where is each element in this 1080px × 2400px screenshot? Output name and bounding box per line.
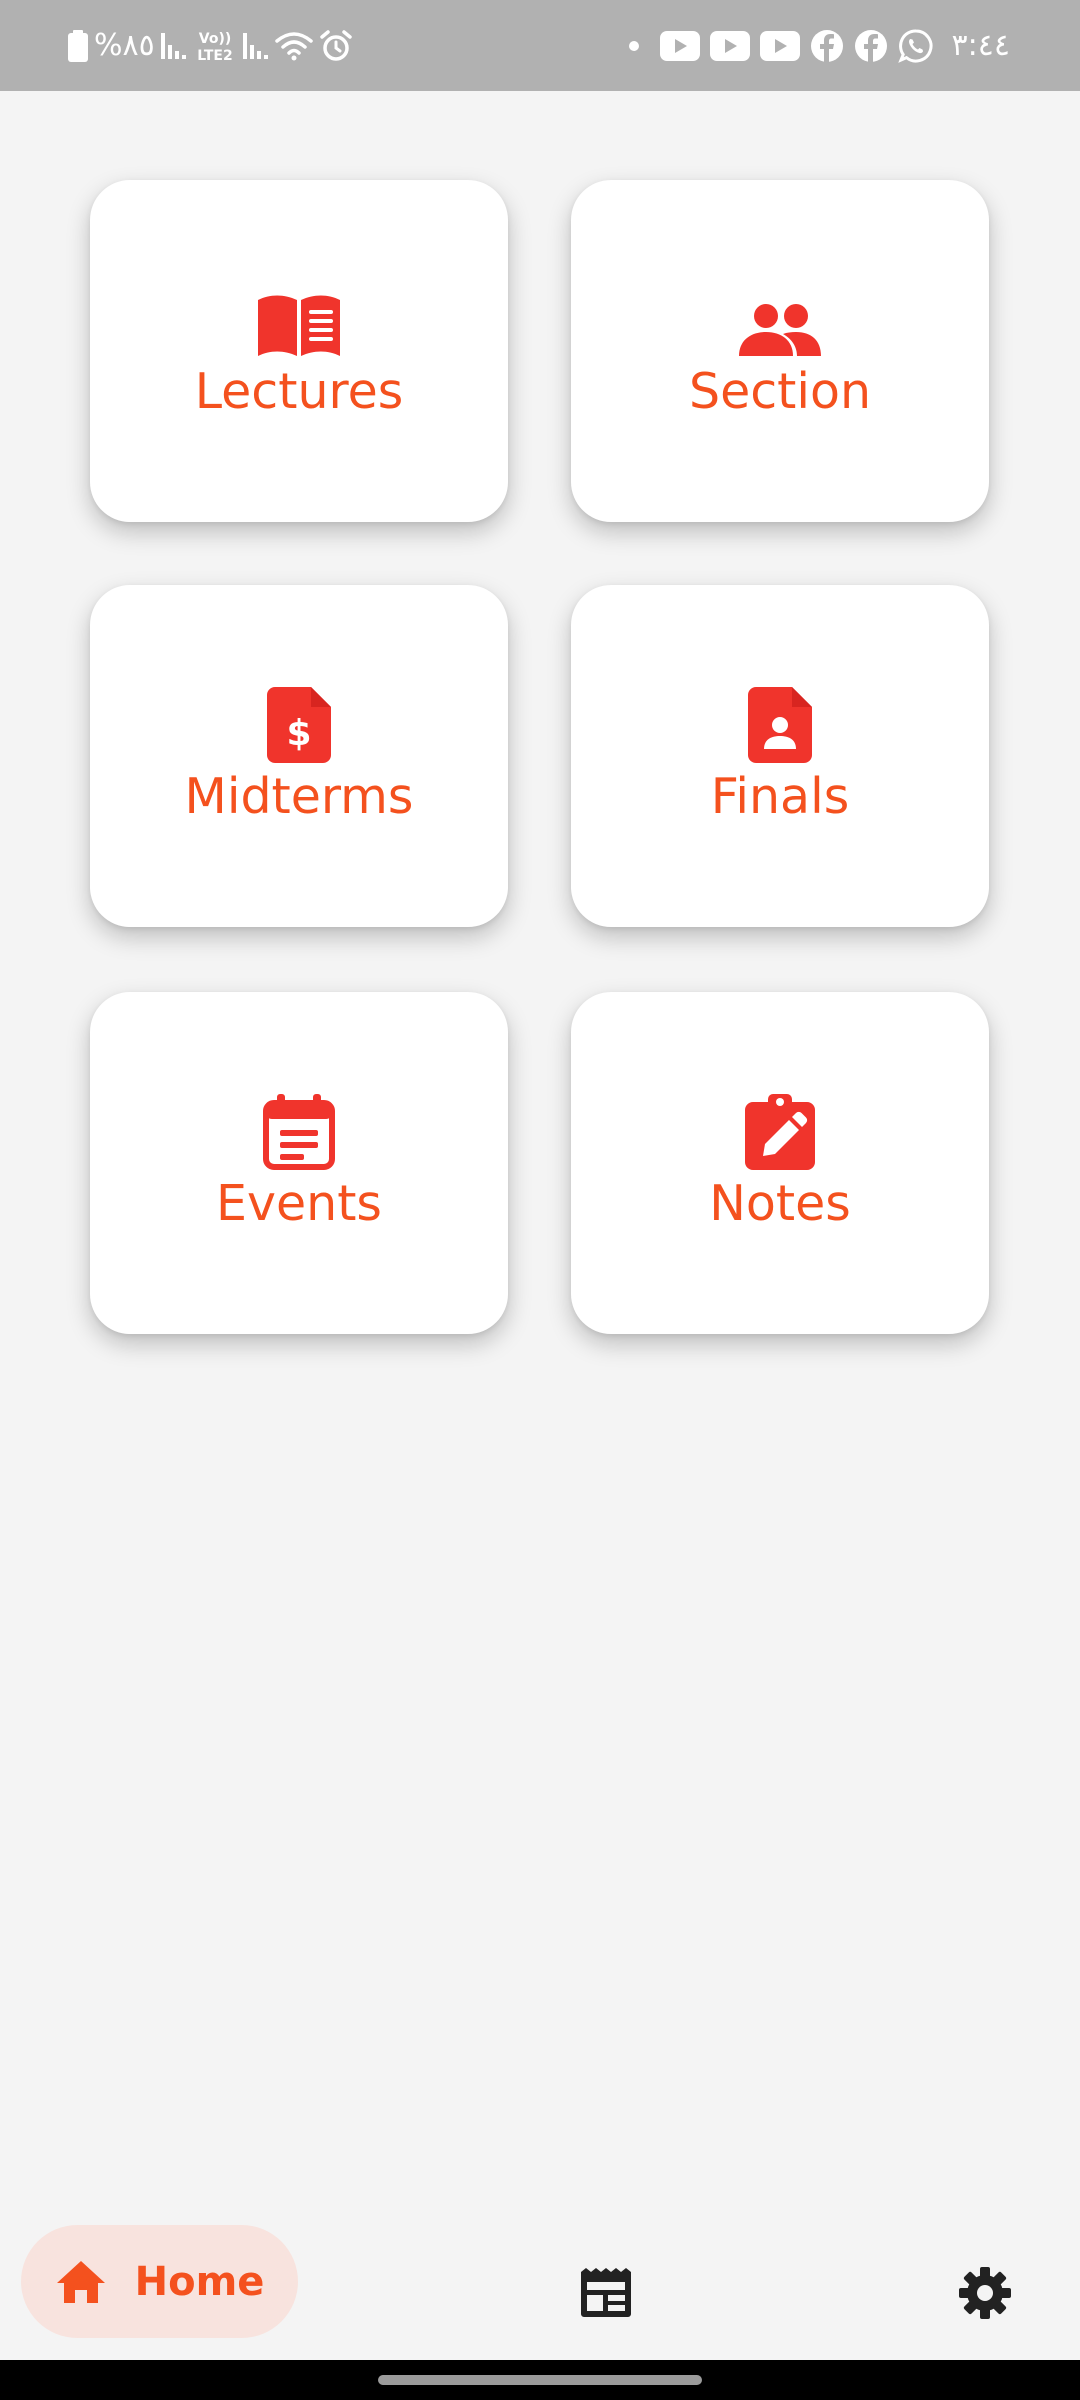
status-bar: %٨٥ Vo)) LTE2 ٣:٤٤	[0, 0, 1080, 91]
tile-label-midterms: Midterms	[184, 767, 414, 825]
dollar-document-icon: $	[254, 686, 344, 763]
nav-news-button[interactable]	[573, 2260, 639, 2326]
tile-label-events: Events	[216, 1174, 382, 1232]
wifi-icon	[275, 31, 313, 61]
signal-icon	[160, 31, 187, 61]
facebook-icon	[854, 29, 888, 63]
volte-label-bottom: LTE2	[197, 48, 232, 63]
settings-gear-icon	[958, 2266, 1012, 2320]
tile-section[interactable]: Section	[571, 180, 989, 522]
clipboard-edit-icon	[735, 1093, 825, 1170]
tile-label-finals: Finals	[710, 767, 850, 825]
dollar-glyph: $	[286, 713, 311, 754]
tile-notes[interactable]: Notes	[571, 992, 989, 1334]
youtube-icon	[759, 30, 800, 61]
status-right-group: ٣:٤٤	[628, 0, 1010, 91]
bottom-navigation: Home	[0, 2180, 1080, 2360]
battery-icon	[68, 29, 88, 62]
whatsapp-icon	[897, 28, 934, 64]
dot-icon	[628, 40, 650, 52]
youtube-icon	[709, 30, 750, 61]
volte-label-top: Vo))	[199, 31, 231, 47]
book-open-icon	[254, 282, 344, 358]
home-icon	[55, 2259, 107, 2305]
tile-lectures[interactable]: Lectures	[90, 180, 508, 522]
tile-label-notes: Notes	[709, 1174, 851, 1232]
youtube-icon	[659, 30, 700, 61]
gesture-handle[interactable]	[378, 2375, 702, 2385]
volte-icon: Vo)) LTE2	[193, 29, 237, 63]
status-left-group: %٨٥ Vo)) LTE2	[68, 0, 353, 91]
tile-events[interactable]: Events	[90, 992, 508, 1334]
battery-percentage: %٨٥	[94, 27, 155, 63]
tile-midterms[interactable]: $ Midterms	[90, 585, 508, 927]
facebook-icon	[810, 29, 844, 63]
signal-icon	[242, 31, 269, 61]
person-document-icon	[735, 686, 825, 763]
tile-label-section: Section	[688, 362, 872, 420]
newspaper-icon	[578, 2268, 634, 2318]
tile-label-lectures: Lectures	[194, 362, 404, 420]
alarm-icon	[319, 29, 353, 63]
people-icon	[735, 282, 825, 358]
nav-home-button[interactable]: Home	[21, 2225, 298, 2338]
calendar-icon	[254, 1093, 344, 1170]
status-clock: ٣:٤٤	[951, 27, 1010, 63]
nav-settings-button[interactable]	[952, 2260, 1018, 2326]
tile-finals[interactable]: Finals	[571, 585, 989, 927]
system-navigation-bar	[0, 2360, 1080, 2400]
nav-home-label: Home	[134, 2258, 265, 2305]
